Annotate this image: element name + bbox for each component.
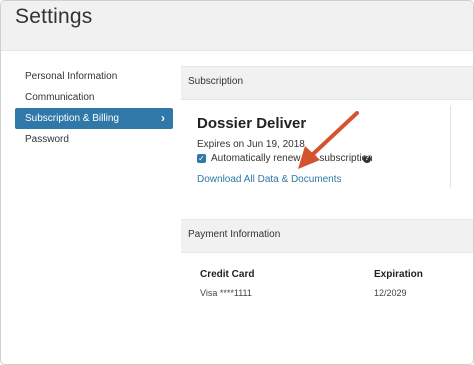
- annotation-arrow: [298, 111, 359, 169]
